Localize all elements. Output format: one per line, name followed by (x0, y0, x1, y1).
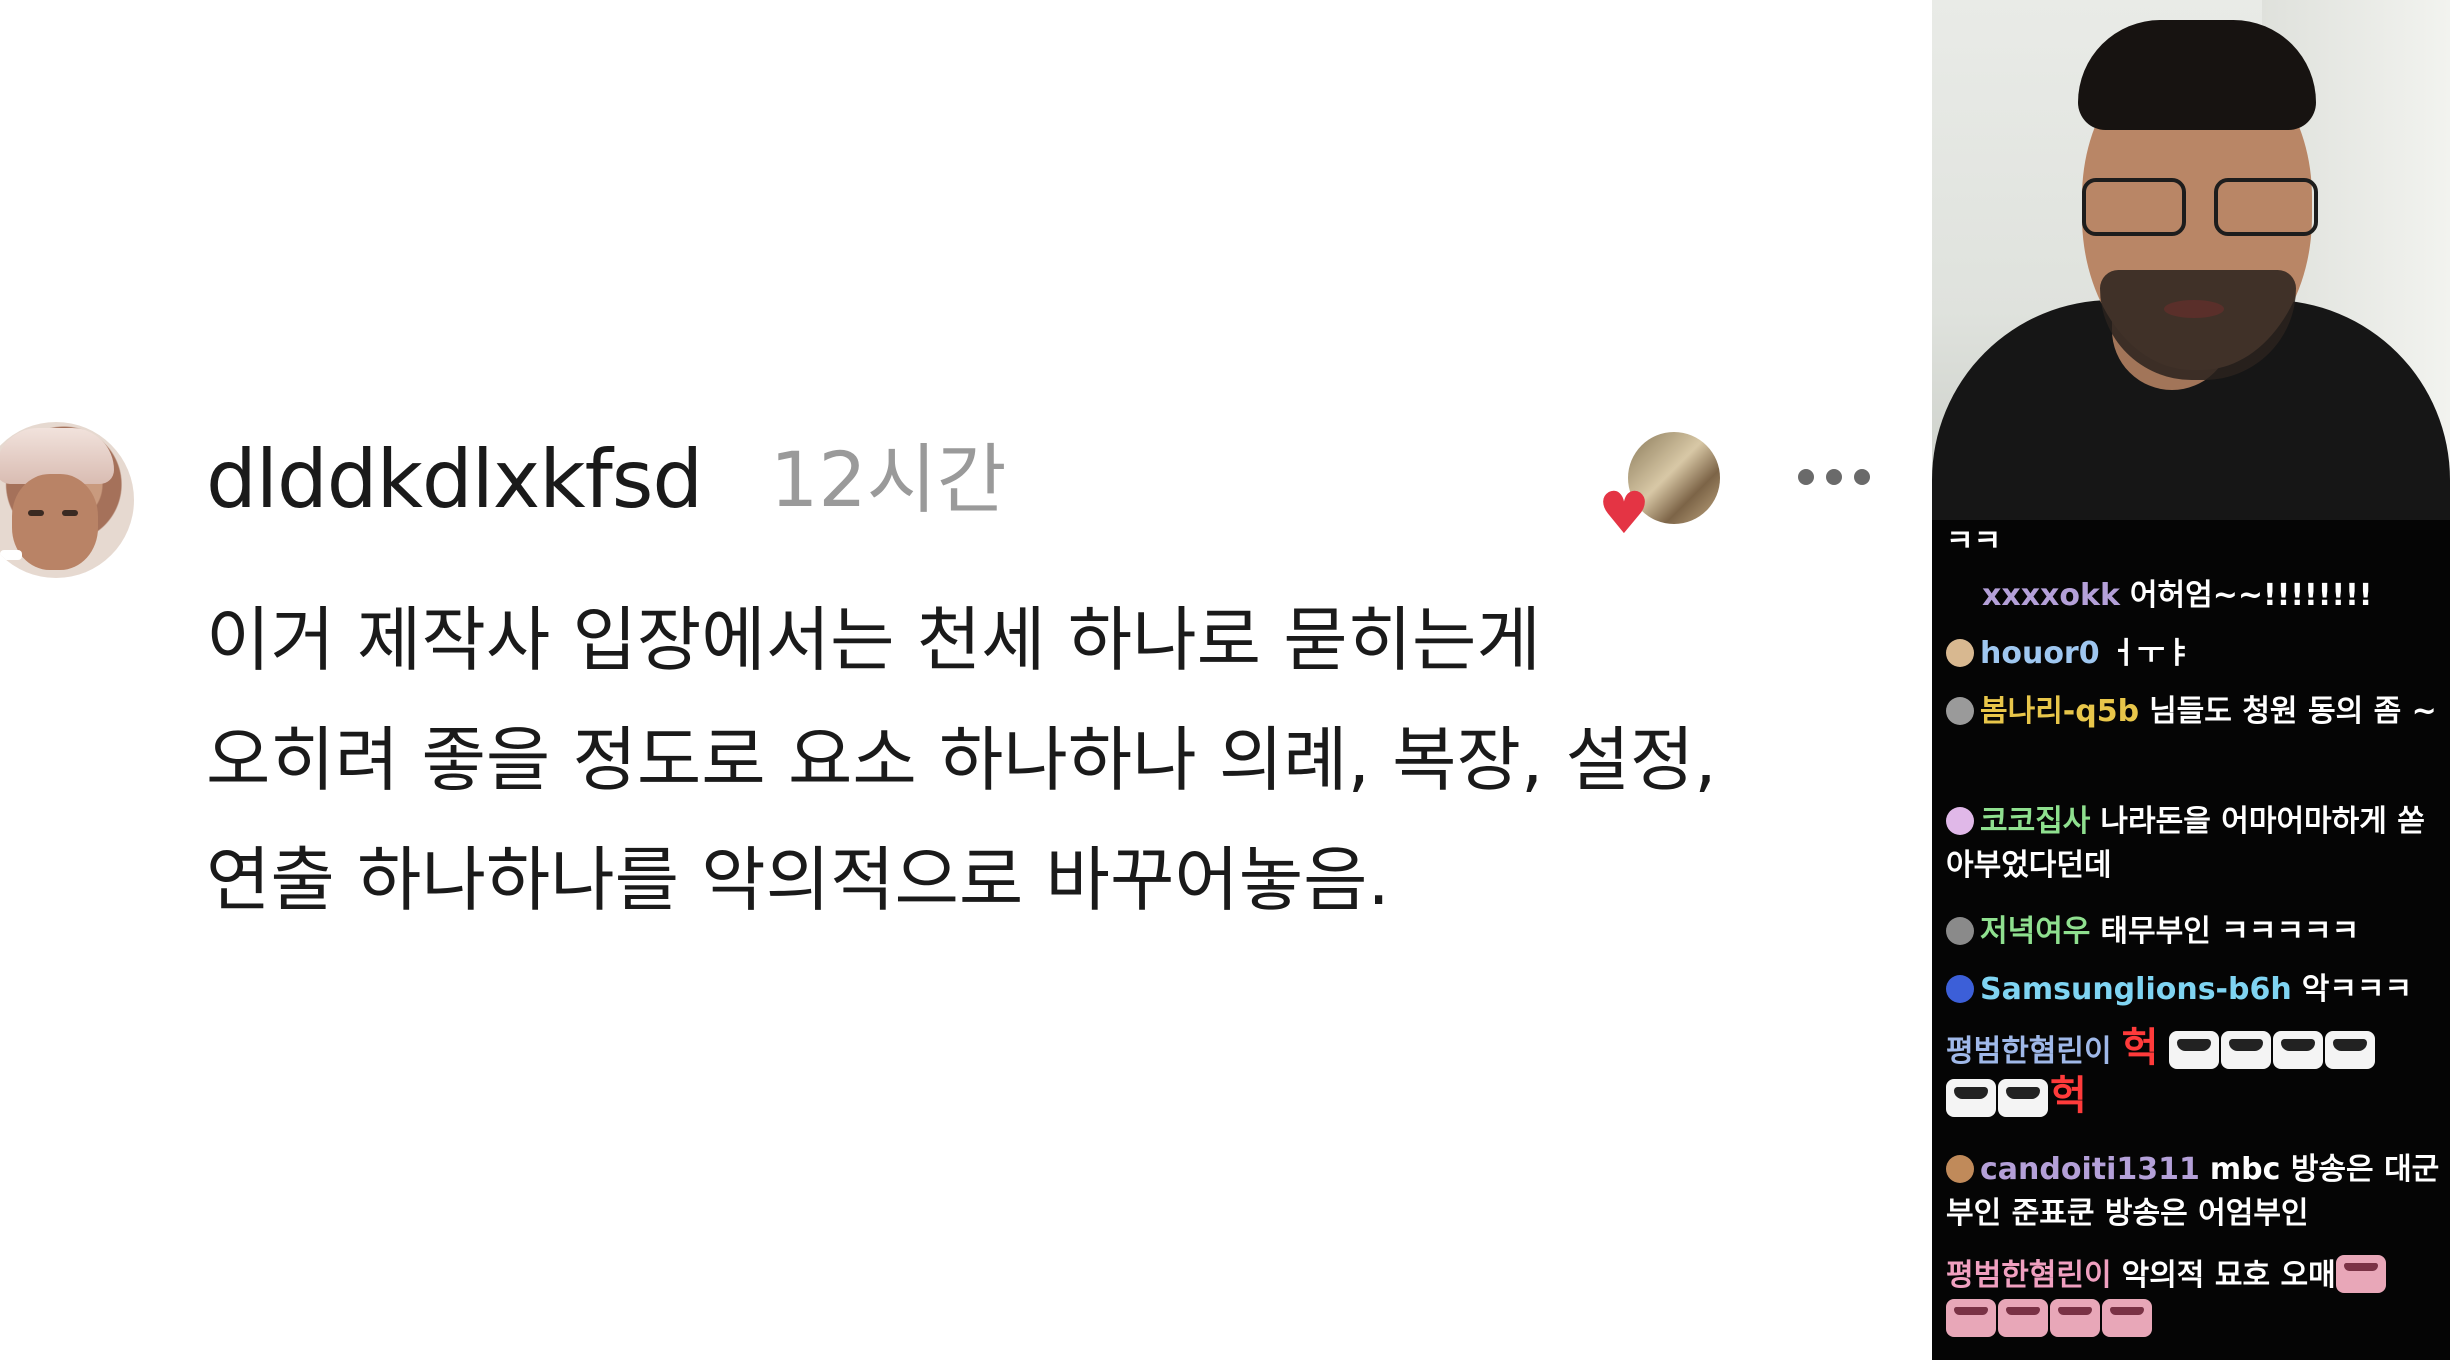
chat-nick[interactable]: 저녁여우 (1980, 914, 2090, 949)
user-badge-icon (1946, 1155, 1974, 1183)
webcam-feed (1932, 0, 2450, 520)
emote-icon (2102, 1299, 2152, 1337)
comment-body: 이거 제작사 입장에서는 천세 하나로 묻히는게 오히려 좋을 정도로 요소 하… (206, 580, 1926, 940)
comment-username[interactable]: dlddkdlxkfsd (206, 430, 703, 530)
emote-icon (2168, 1031, 2219, 1069)
comment-line: 연출 하나하나를 악의적으로 바꾸어놓음. (206, 839, 1390, 921)
chat-nick[interactable]: 평범한혐린이 (1946, 1258, 2112, 1293)
chat-nick[interactable]: 코코집사 (1980, 804, 2090, 839)
chat-nick[interactable]: 봄나리-q5b (1980, 694, 2139, 729)
comment-line: 오히려 좋을 정도로 요소 하나하나 의례, 복장, 설정, (206, 719, 1717, 801)
emote-icon (2220, 1031, 2271, 1069)
chat-text: 태무부인 ㅋㅋㅋㅋㅋ (2100, 914, 2360, 949)
emote-icon (2272, 1031, 2323, 1069)
emote-icon (1946, 1079, 1996, 1117)
chat-nick[interactable]: candoiti1311 (1980, 1152, 2200, 1187)
chat-text: 악의적 묘호 오매 (2121, 1258, 2336, 1293)
emote-icon (2050, 1299, 2100, 1337)
heart-icon: ♥ (1598, 479, 1650, 547)
live-chat: ㅋㅋ xxxxokk 어허엄~~!!!!!!!! houor0 ㅓㅜㅑ 봄나리-q5… (1932, 520, 2450, 1360)
more-options-icon[interactable] (1798, 442, 1888, 512)
comment-line: 이거 제작사 입장에서는 천세 하나로 묻히는게 (206, 599, 1541, 681)
chat-message: houor0 ㅓㅜㅑ (1946, 632, 2442, 676)
chat-message: 코코집사 나라돈을 어마어마하게 쏟아부었다던데 (1946, 800, 2442, 888)
chat-message: 봄나리-q5b 님들도 청원 동의 좀 ~ (1946, 690, 2442, 734)
user-badge-icon (1946, 807, 1974, 835)
user-badge-icon (1946, 975, 1974, 1003)
chat-message: ㅋㅋ (1946, 520, 2442, 564)
chat-text: ㅋㅋ (1946, 524, 2002, 559)
chat-message: Samsunglions-b6h 악ㅋㅋㅋ (1946, 968, 2442, 1012)
chat-nick[interactable]: Samsunglions-b6h (1980, 972, 2292, 1007)
user-badge-icon (1946, 639, 1974, 667)
creator-liked-badge: ♥ (1598, 432, 1724, 542)
chat-message: 저녁여우 태무부인 ㅋㅋㅋㅋㅋ (1946, 910, 2442, 954)
chat-message: 평범한혐린이 악의적 묘호 오매 (1946, 1254, 2442, 1342)
chat-text: 헉 (2050, 1073, 2087, 1119)
emote-icon (1946, 1299, 1996, 1337)
emote-icon (2335, 1255, 2386, 1293)
comment-panel: dlddkdlxkfsd 12시간 ♥ 이거 제작사 입장에서는 천세 하나로 … (0, 0, 1932, 1360)
chat-text: 님들도 청원 동의 좀 ~ (2149, 694, 2437, 729)
user-badge-icon (1946, 697, 1974, 725)
chat-text: ㅓㅜㅑ (2109, 636, 2193, 671)
chat-text: 헉 (2121, 1025, 2159, 1071)
chat-nick[interactable]: 평범한혐린이 (1946, 1034, 2112, 1069)
emote-icon (1998, 1299, 2048, 1337)
chat-nick[interactable]: xxxxokk (1982, 578, 2120, 613)
chat-message: xxxxokk 어허엄~~!!!!!!!! (1982, 574, 2450, 618)
comment-timestamp: 12시간 (770, 435, 1007, 524)
chat-text: 악ㅋㅋㅋ (2301, 972, 2413, 1007)
stream-side-panel: ㅋㅋ xxxxokk 어허엄~~!!!!!!!! houor0 ㅓㅜㅑ 봄나리-q5… (1932, 0, 2450, 1360)
emote-icon (1998, 1079, 2048, 1117)
chat-nick[interactable]: houor0 (1980, 636, 2100, 671)
user-avatar[interactable] (0, 422, 134, 578)
user-badge-icon (1946, 917, 1974, 945)
chat-text: 어허엄~~!!!!!!!! (2129, 578, 2373, 613)
chat-message: candoiti1311 mbc 방송은 대군부인 준표쿤 방송은 어엄부인 (1946, 1148, 2442, 1236)
chat-message: 평범한혐린이 헉 헉 (1946, 1026, 2442, 1122)
emote-icon (2324, 1031, 2375, 1069)
